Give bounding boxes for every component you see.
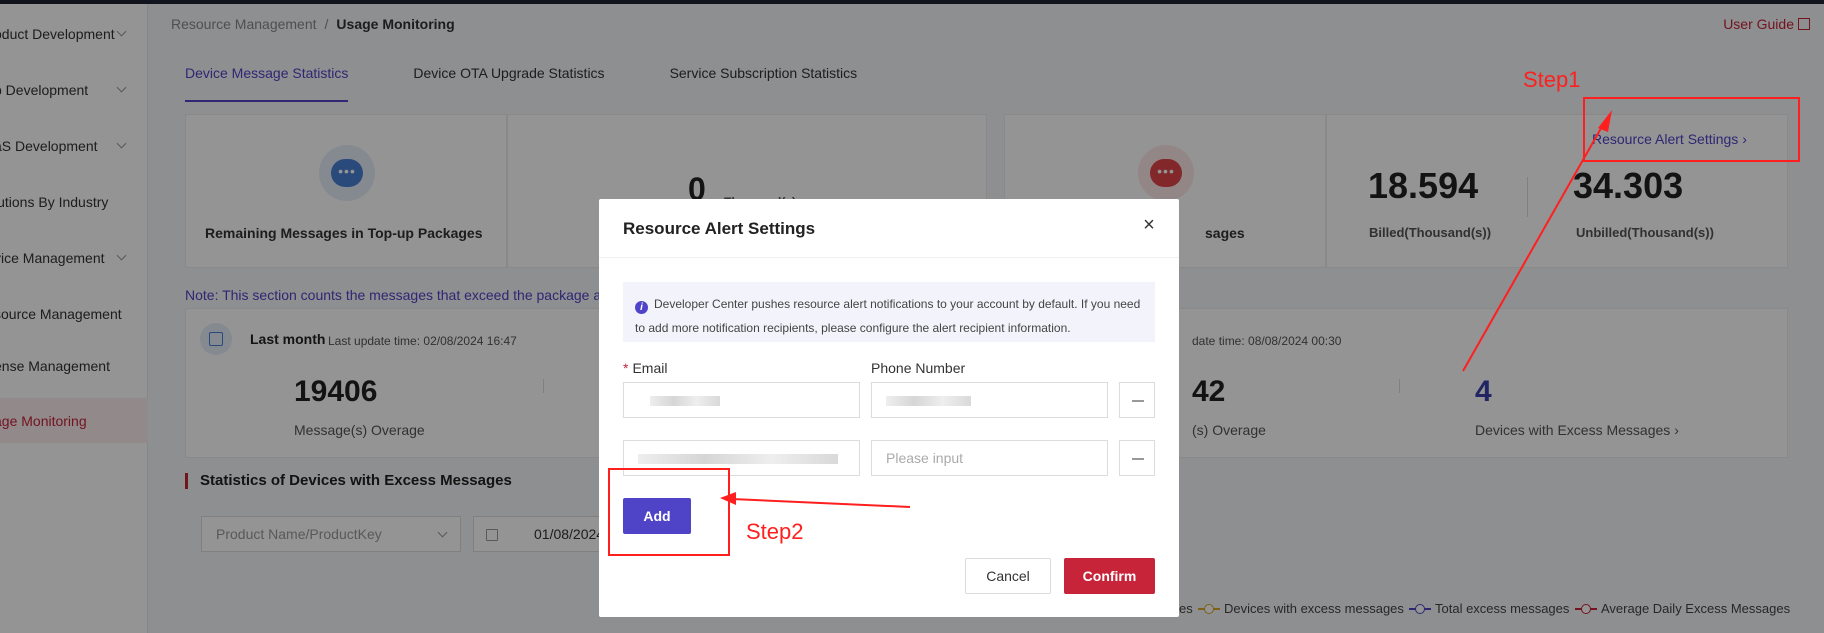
info-icon: i <box>635 301 648 314</box>
phone-field-1[interactable] <box>871 382 1108 418</box>
remove-row-button[interactable] <box>1119 440 1155 476</box>
required-mark: * <box>623 360 629 376</box>
phone-field-2[interactable]: Please input <box>871 440 1108 476</box>
email-label-text: Email <box>632 360 668 376</box>
redacted-email <box>650 396 720 407</box>
info-text: Developer Center pushes resource alert n… <box>635 297 1141 335</box>
step1-annotation: Step1 <box>1523 67 1581 92</box>
phone-label: Phone Number <box>871 360 966 376</box>
email-field-1[interactable] <box>623 382 860 418</box>
remove-row-button[interactable] <box>1119 382 1155 418</box>
step2-annotation: Step2 <box>746 519 804 544</box>
step2-highlight-box <box>608 468 730 556</box>
email-label: * Email <box>623 360 667 376</box>
divider <box>599 257 1179 258</box>
dialog-title: Resource Alert Settings <box>623 219 816 238</box>
step1-highlight-box <box>1583 97 1800 162</box>
phone-placeholder: Please input <box>886 450 964 466</box>
redacted-phone <box>886 396 971 407</box>
close-icon[interactable]: × <box>1139 215 1159 235</box>
confirm-button[interactable]: Confirm <box>1064 558 1155 594</box>
redacted-email <box>638 454 838 465</box>
cancel-button[interactable]: Cancel <box>965 558 1051 594</box>
info-banner: i Developer Center pushes resource alert … <box>623 282 1155 342</box>
